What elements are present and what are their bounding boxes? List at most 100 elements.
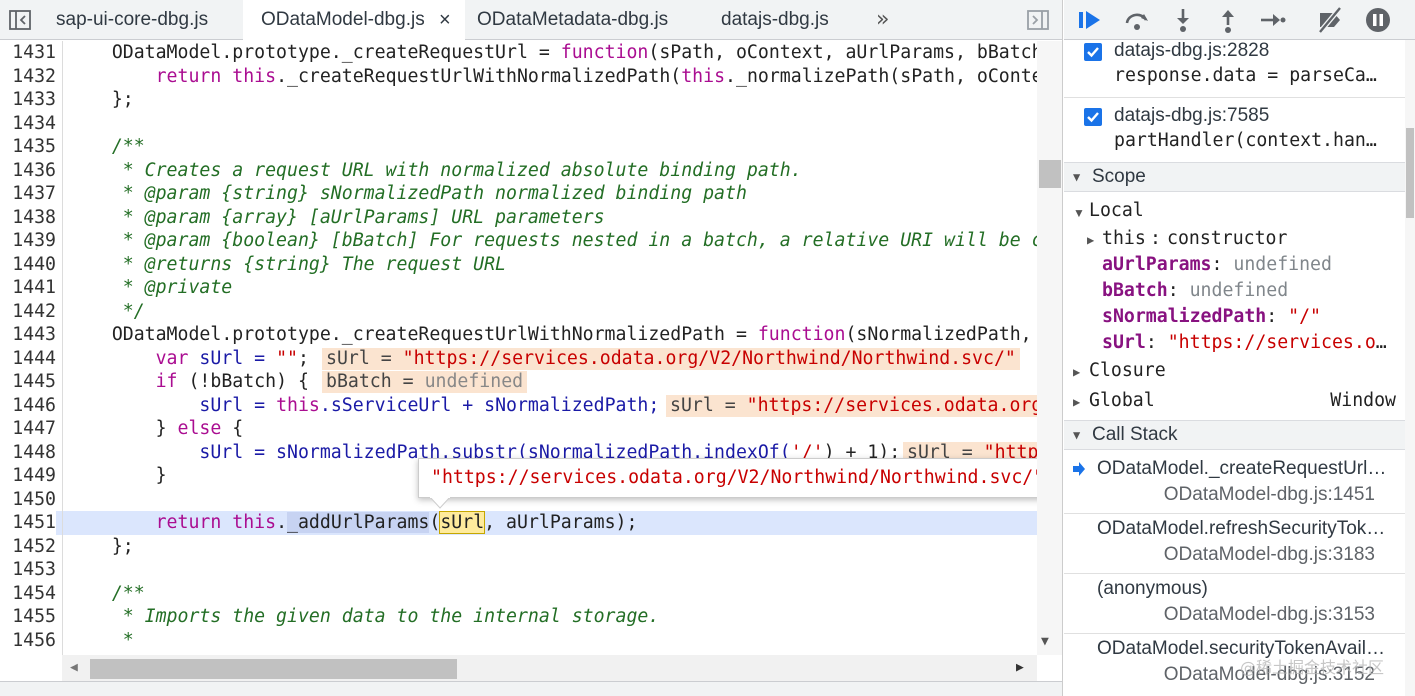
code-line[interactable]: 1440 * @returns {string} The request URL: [0, 253, 1037, 277]
code-line[interactable]: 1433 };: [0, 88, 1037, 112]
inline-value-badge: sUrl = "https://services.odata.org/V2/No…: [322, 347, 1020, 370]
code-line[interactable]: 1437 * @param {string} sNormalizedPath n…: [0, 182, 1037, 206]
tab-sap-ui-core[interactable]: sap-ui-core-dbg.js: [42, 0, 242, 40]
code-line[interactable]: 1452 };: [0, 535, 1037, 559]
code-line[interactable]: 1432 return this._createRequestUrlWithNo…: [0, 65, 1037, 89]
line-number[interactable]: 1442: [0, 300, 56, 324]
sidebar-scroll-thumb[interactable]: [1406, 128, 1414, 218]
code-line[interactable]: 1455 * Imports the given data to the int…: [0, 605, 1037, 629]
code-line[interactable]: 1435 /**: [0, 135, 1037, 159]
line-number[interactable]: 1441: [0, 276, 56, 300]
line-number[interactable]: 1446: [0, 394, 56, 418]
step-into-icon[interactable]: [1168, 6, 1198, 34]
line-number[interactable]: 1451: [0, 511, 56, 535]
scroll-down-arrow-icon[interactable]: ▼: [1041, 634, 1049, 649]
code-comment: *: [111, 629, 134, 651]
scope-section-header[interactable]: ▼ Scope: [1064, 162, 1405, 192]
more-tabs-icon[interactable]: »: [876, 7, 889, 32]
code-line[interactable]: 1447 } else {: [0, 417, 1037, 441]
code-line[interactable]: 1442 */: [0, 300, 1037, 324]
tab-odatamodel[interactable]: ODataModel-dbg.js ×: [243, 0, 465, 41]
code-line[interactable]: 1434: [0, 112, 1037, 136]
callstack-frame[interactable]: ODataModel._createRequestUrl… ODataModel-…: [1064, 454, 1405, 513]
scope-this[interactable]: ▶ this: constructor: [1064, 226, 1405, 252]
callstack-section-header[interactable]: ▼ Call Stack: [1064, 420, 1405, 450]
code-comment: * @private: [111, 277, 233, 298]
line-number[interactable]: 1438: [0, 206, 56, 230]
code-line[interactable]: 1444 sUrl = "https://services.odata.org/V…: [0, 347, 1037, 371]
line-number[interactable]: 1457: [0, 652, 56, 655]
line-number[interactable]: 1434: [0, 112, 56, 136]
line-number[interactable]: 1437: [0, 182, 56, 206]
code-line[interactable]: 1456 *: [0, 629, 1037, 653]
scope-global[interactable]: ▶ Global Window: [1064, 388, 1405, 414]
code-line[interactable]: 1431 ODataModel.prototype._createRequest…: [0, 41, 1037, 65]
line-number[interactable]: 1436: [0, 159, 56, 183]
toggle-debugger-icon[interactable]: [1026, 9, 1050, 31]
horizontal-scroll-thumb[interactable]: [90, 659, 457, 679]
code-line[interactable]: 1443 ODataModel.prototype._createRequest…: [0, 323, 1037, 347]
breakpoint-checkbox[interactable]: [1084, 108, 1102, 126]
line-number[interactable]: 1440: [0, 253, 56, 277]
line-number[interactable]: 1439: [0, 229, 56, 253]
scroll-right-arrow-icon[interactable]: ▶: [1016, 660, 1024, 675]
toggle-navigator-icon[interactable]: [8, 9, 32, 31]
line-number[interactable]: 1432: [0, 65, 56, 89]
scope-variable[interactable]: sUrl: "https://services.odata.org/V2/Nor…: [1064, 330, 1405, 356]
pause-on-exceptions-icon[interactable]: [1363, 6, 1393, 34]
tab-datajs[interactable]: datajs-dbg.js: [700, 0, 850, 40]
breakpoint-item[interactable]: datajs-dbg.js:7585 partHandler(context.h…: [1064, 105, 1404, 169]
callstack-frame[interactable]: ODataModel.refreshSecurityTok… ODataModel…: [1064, 514, 1405, 573]
line-number[interactable]: 1435: [0, 135, 56, 159]
frame-location[interactable]: ODataModel-dbg.js:1451: [1164, 484, 1375, 506]
code-line-current[interactable]: 1451 return this._addUrlParams(sUrl, aUr…: [0, 511, 1037, 535]
line-number[interactable]: 1455: [0, 605, 56, 629]
scope-variable[interactable]: bBatch: undefined: [1064, 278, 1405, 304]
vertical-scroll-thumb[interactable]: [1039, 160, 1061, 188]
scope-variable[interactable]: sNormalizedPath: "/": [1064, 304, 1405, 330]
line-number[interactable]: 1445: [0, 370, 56, 394]
code-line[interactable]: 1445 bBatch = undefined if (!bBatch) {: [0, 370, 1037, 394]
line-number[interactable]: 1447: [0, 417, 56, 441]
line-number[interactable]: 1443: [0, 323, 56, 347]
line-number[interactable]: 1453: [0, 558, 56, 582]
line-number[interactable]: 1448: [0, 441, 56, 465]
breakpoint-checkbox[interactable]: [1084, 43, 1102, 61]
line-number[interactable]: 1444: [0, 347, 56, 371]
line-number[interactable]: 1449: [0, 464, 56, 488]
tab-close-icon[interactable]: ×: [439, 0, 451, 40]
this-value: constructor: [1167, 228, 1288, 249]
scroll-left-arrow-icon[interactable]: ◀: [70, 660, 78, 675]
code-line[interactable]: 1446 sUrl = "https://services.odata.org/V…: [0, 394, 1037, 418]
code-token: }: [155, 418, 178, 439]
step-icon[interactable]: [1257, 6, 1287, 34]
code-line[interactable]: 1438 * @param {array} [aUrlParams] URL p…: [0, 206, 1037, 230]
line-number[interactable]: 1433: [0, 88, 56, 112]
line-number[interactable]: 1431: [0, 41, 56, 65]
step-over-icon[interactable]: [1122, 6, 1152, 34]
line-number[interactable]: 1456: [0, 629, 56, 653]
callstack-frame[interactable]: (anonymous) ODataModel-dbg.js:3153: [1064, 574, 1405, 633]
resume-icon[interactable]: [1076, 6, 1106, 34]
code-line[interactable]: 1453: [0, 558, 1037, 582]
step-out-icon[interactable]: [1213, 6, 1243, 34]
line-number[interactable]: 1450: [0, 488, 56, 512]
code-line[interactable]: 1439 * @param {boolean} [bBatch] For req…: [0, 229, 1037, 253]
tab-odatametadata[interactable]: ODataMetadata-dbg.js: [466, 0, 698, 40]
code-line[interactable]: 1441 * @private: [0, 276, 1037, 300]
scope-closure[interactable]: ▶ Closure: [1064, 358, 1405, 384]
frame-location[interactable]: ODataModel-dbg.js:3183: [1164, 544, 1375, 566]
line-source: * Imports the given data to the internal…: [68, 605, 660, 629]
code-area[interactable]: 1431 ODataModel.prototype._createRequest…: [0, 41, 1037, 655]
editor-vertical-scrollbar[interactable]: [1037, 41, 1062, 655]
line-number[interactable]: 1454: [0, 582, 56, 606]
frame-location[interactable]: ODataModel-dbg.js:3153: [1164, 604, 1375, 626]
scope-local[interactable]: ▼ Local: [1064, 198, 1405, 224]
code-line[interactable]: 1454 /**: [0, 582, 1037, 606]
line-number[interactable]: 1452: [0, 535, 56, 559]
breakpoint-item[interactable]: datajs-dbg.js:2828 response.data = parse…: [1064, 40, 1404, 104]
scope-variable[interactable]: aUrlParams: undefined: [1064, 252, 1405, 278]
code-line[interactable]: 1436 * Creates a request URL with normal…: [0, 159, 1037, 183]
deactivate-breakpoints-icon[interactable]: [1315, 6, 1345, 34]
code-comment: * Imports the given data to the internal…: [111, 606, 660, 627]
